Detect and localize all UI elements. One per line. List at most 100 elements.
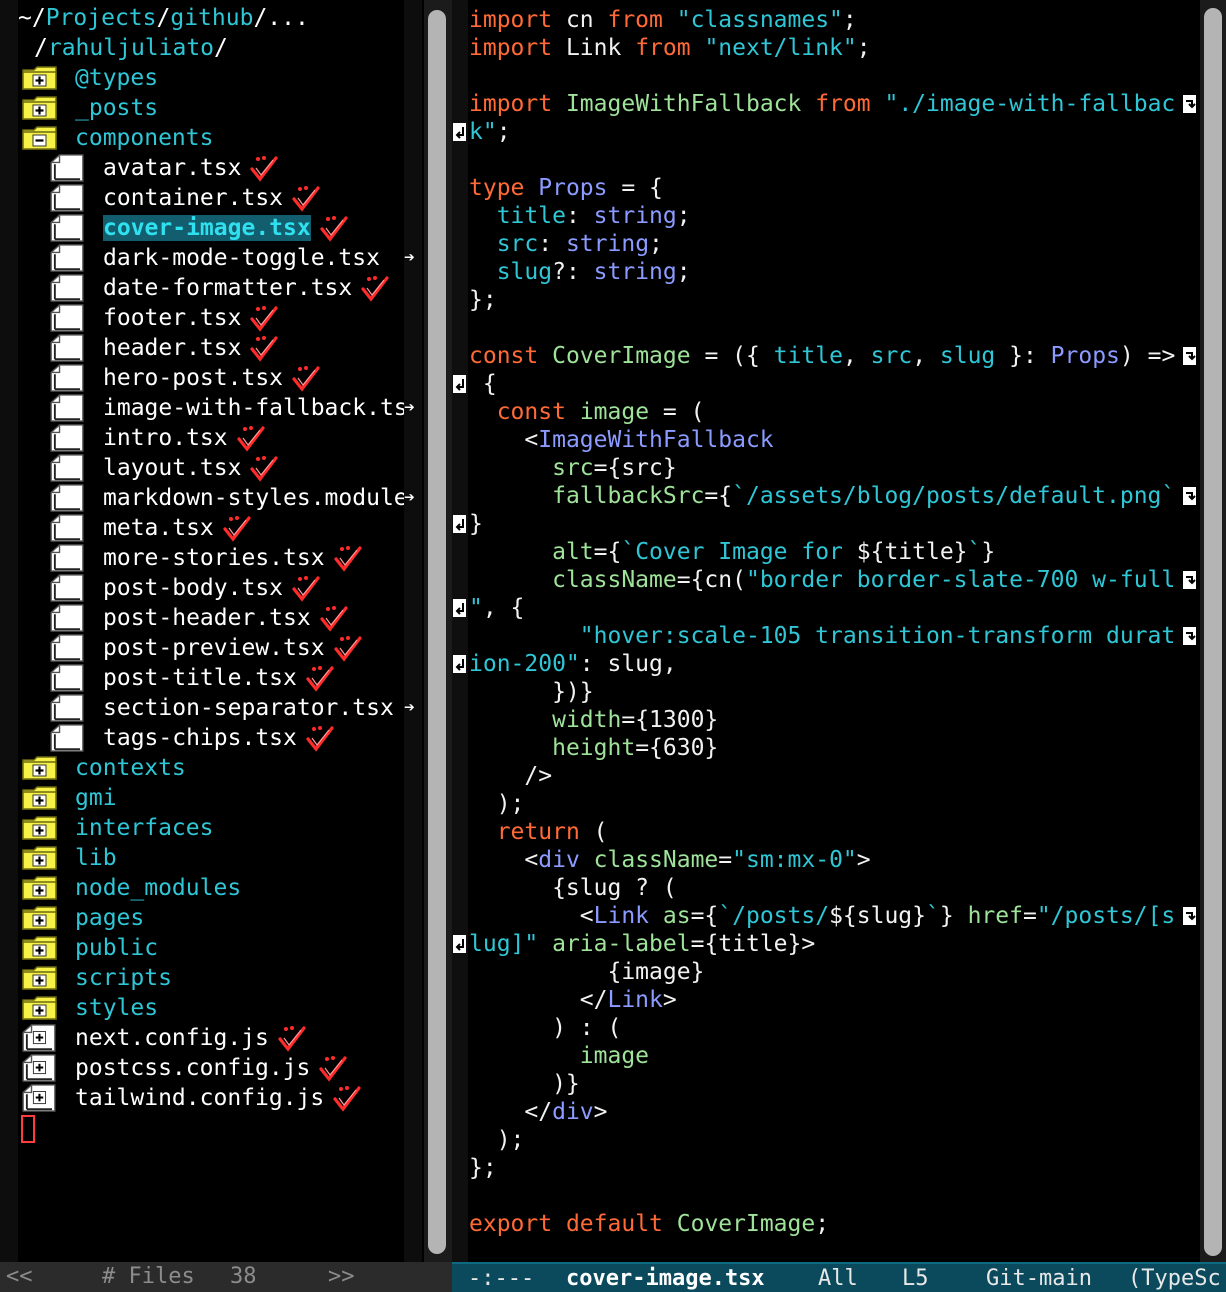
code-line[interactable]: width={1300}: [469, 706, 718, 734]
code-editor-pane[interactable]: import cn from "classnames"; import Link …: [452, 0, 1200, 1262]
code-line[interactable]: <ImageWithFallback: [469, 426, 773, 454]
code-line[interactable]: }: [469, 510, 483, 538]
tree-file-post-body-tsx[interactable]: post-body.tsx: [103, 573, 404, 603]
code-line[interactable]: title: string;: [469, 202, 691, 230]
code-line[interactable]: };: [469, 286, 497, 314]
code-line[interactable]: className={cn("border border-slate-700 w…: [469, 566, 1175, 594]
tree-file-cover-image-tsx[interactable]: cover-image.tsx: [103, 213, 404, 243]
code-line[interactable]: {slug ? (: [469, 874, 677, 902]
prev-page-button[interactable]: <<: [6, 1262, 33, 1292]
tree-file-dark-mode-toggle-tsx[interactable]: dark-mode-toggle.tsx: [103, 243, 404, 273]
code-line[interactable]: };: [469, 1154, 497, 1182]
code-line[interactable]: ) : (: [469, 1014, 621, 1042]
code-line[interactable]: {: [469, 370, 497, 398]
code-line[interactable]: );: [469, 1126, 525, 1154]
code-token: Link: [607, 987, 663, 1013]
code-line[interactable]: const image = (: [469, 398, 705, 426]
tree-dir-interfaces[interactable]: interfaces: [75, 813, 213, 843]
code-line[interactable]: ion-200": slug,: [469, 650, 677, 678]
file-icon: [48, 424, 86, 456]
tree-file-container-tsx[interactable]: container.tsx: [103, 183, 404, 213]
tree-file-post-preview-tsx[interactable]: post-preview.tsx: [103, 633, 404, 663]
code-line[interactable]: </Link>: [469, 986, 677, 1014]
code-line[interactable]: export default CoverImage;: [469, 1210, 829, 1238]
tree-root-path-2[interactable]: /rahuljuliato/: [34, 33, 228, 63]
tree-scrollbar[interactable]: [424, 0, 452, 1262]
file-name: cover-image.tsx: [103, 215, 311, 241]
code-token: import: [469, 7, 553, 33]
tree-file-layout-tsx[interactable]: layout.tsx: [103, 453, 404, 483]
tree-file-postcss-config-js[interactable]: postcss.config.js: [75, 1053, 348, 1083]
code-line[interactable]: k";: [469, 118, 511, 146]
tree-file-date-formatter-tsx[interactable]: date-formatter.tsx: [103, 273, 404, 303]
code-token: `/assets/blog/posts/default.png`: [732, 483, 1176, 509]
tree-file-markdown-styles-module[interactable]: markdown-styles.module: [103, 483, 404, 513]
code-line[interactable]: import cn from "classnames";: [469, 6, 857, 34]
code-line[interactable]: <div className="sm:mx-0">: [469, 846, 870, 874]
tree-file-footer-tsx[interactable]: footer.tsx: [103, 303, 404, 333]
editor-scrollbar[interactable]: [1200, 0, 1226, 1262]
code-line[interactable]: })}: [469, 678, 594, 706]
tree-dir-gmi[interactable]: gmi: [75, 783, 117, 813]
code-line[interactable]: type Props = {: [469, 174, 663, 202]
tree-scrollbar-thumb[interactable]: [428, 10, 446, 1254]
tree-dir-lib[interactable]: lib: [75, 843, 117, 873]
code-line[interactable]: import Link from "next/link";: [469, 34, 871, 62]
major-mode[interactable]: (TypeSc: [1128, 1264, 1221, 1292]
tree-dir-components[interactable]: components: [75, 123, 213, 153]
code-line[interactable]: return (: [469, 818, 608, 846]
code-line[interactable]: {image}: [469, 958, 704, 986]
code-token: return: [496, 819, 580, 845]
tree-file-section-separator-tsx[interactable]: section-separator.tsx: [103, 693, 404, 723]
code-line[interactable]: lug]" aria-label={title}>: [469, 930, 815, 958]
tree-dir-styles[interactable]: styles: [75, 993, 158, 1023]
next-page-button[interactable]: >>: [328, 1262, 355, 1292]
tree-dir-scripts[interactable]: scripts: [75, 963, 172, 993]
vcs-branch[interactable]: Git-main: [986, 1264, 1092, 1292]
tree-file-tags-chips-tsx[interactable]: tags-chips.tsx: [103, 723, 404, 753]
tree-file-tailwind-config-js[interactable]: tailwind.config.js: [75, 1083, 362, 1113]
tree-dir-node-modules[interactable]: node_modules: [75, 873, 241, 903]
tree-file-hero-post-tsx[interactable]: hero-post.tsx: [103, 363, 404, 393]
folder-icon: [22, 876, 58, 904]
vc-checkmark-icon: [333, 545, 362, 572]
tree-file-next-config-js[interactable]: next.config.js: [75, 1023, 307, 1053]
tree-file-meta-tsx[interactable]: meta.tsx: [103, 513, 404, 543]
code-line[interactable]: alt={`Cover Image for ${title}`}: [469, 538, 995, 566]
file-icon: [48, 664, 86, 696]
code-line[interactable]: height={630}: [469, 734, 718, 762]
tree-file-avatar-tsx[interactable]: avatar.tsx: [103, 153, 404, 183]
code-line[interactable]: const CoverImage = ({ title, src, slug }…: [469, 342, 1175, 370]
code-line[interactable]: import ImageWithFallback from "./image-w…: [469, 90, 1175, 118]
tree-dir-public[interactable]: public: [75, 933, 158, 963]
code-line[interactable]: fallbackSrc={`/assets/blog/posts/default…: [469, 482, 1175, 510]
code-line[interactable]: <Link as={`/posts/${slug}`} href="/posts…: [469, 902, 1176, 930]
code-line[interactable]: src: string;: [469, 230, 663, 258]
tree-file-post-header-tsx[interactable]: post-header.tsx: [103, 603, 404, 633]
editor-scrollbar-thumb[interactable]: [1204, 8, 1222, 1256]
tree-dir-types[interactable]: @types: [75, 63, 158, 93]
buffer-name[interactable]: cover-image.tsx: [566, 1264, 765, 1292]
tree-file-post-title-tsx[interactable]: post-title.tsx: [103, 663, 404, 693]
code-line[interactable]: "hover:scale-105 transition-transform du…: [469, 622, 1175, 650]
tree-root-path[interactable]: ~/Projects/github/...: [18, 3, 309, 33]
tree-dir-pages[interactable]: pages: [75, 903, 144, 933]
code-line[interactable]: src={src}: [469, 454, 677, 482]
tree-file-more-stories-tsx[interactable]: more-stories.tsx: [103, 543, 404, 573]
code-line[interactable]: />: [469, 762, 552, 790]
code-line[interactable]: );: [469, 790, 525, 818]
code-token: "./image-with-fallbac: [884, 91, 1176, 117]
tree-file-image-with-fallback-ts[interactable]: image-with-fallback.ts: [103, 393, 404, 423]
code-line[interactable]: slug?: string;: [469, 258, 691, 286]
tree-dir-posts[interactable]: _posts: [75, 93, 158, 123]
tree-dir-contexts[interactable]: contexts: [75, 753, 186, 783]
tree-file-header-tsx[interactable]: header.tsx: [103, 333, 404, 363]
code-line[interactable]: )}: [469, 1070, 580, 1098]
code-line[interactable]: ", {: [469, 594, 524, 622]
tree-file-intro-tsx[interactable]: intro.tsx: [103, 423, 404, 453]
code-line[interactable]: image: [469, 1042, 649, 1070]
code-line[interactable]: </div>: [469, 1098, 607, 1126]
code-token: />: [469, 763, 553, 789]
